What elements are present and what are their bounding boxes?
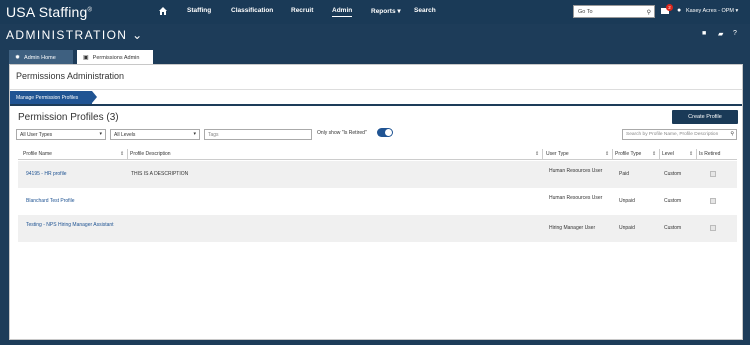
breadcrumb[interactable]: Manage Permission Profiles	[10, 91, 92, 104]
retired-toggle[interactable]	[377, 128, 393, 137]
table-row: Testing - NPS Hiring Manager Assistant H…	[18, 215, 737, 242]
user-menu[interactable]: Kasey Acres - OPM ▾	[686, 8, 738, 14]
sort-icon[interactable]: ⇕	[605, 151, 609, 157]
column-divider	[542, 149, 543, 160]
nav-staffing[interactable]: Staffing	[187, 7, 211, 14]
sort-icon[interactable]: ⇕	[689, 151, 693, 157]
user-type-select[interactable]: All User Types ▾	[16, 129, 106, 140]
profile-type: Unpaid	[619, 198, 635, 204]
profile-description: THIS IS A DESCRIPTION	[131, 171, 189, 177]
briefcase-icon: ▣	[83, 55, 89, 61]
divider	[10, 104, 742, 106]
column-level[interactable]: Level	[662, 151, 674, 157]
top-nav: USA Staffing® Staffing Classification Re…	[0, 0, 750, 24]
table-row: Blanchard Test Profile Human Resources U…	[18, 188, 737, 215]
chevron-down-icon: ▾	[99, 131, 102, 137]
sort-icon[interactable]: ⇕	[535, 151, 539, 157]
nav-search[interactable]: Search	[414, 7, 436, 14]
toggle-knob	[385, 129, 392, 136]
is-retired-checkbox[interactable]	[710, 171, 716, 177]
search-icon: ⚲	[646, 10, 651, 16]
retired-toggle-label: Only show "Is Retired"	[317, 130, 367, 136]
nav-reports[interactable]: Reports ▾	[371, 7, 401, 15]
chevron-down-icon: ▾	[735, 8, 739, 14]
module-title[interactable]: ADMINISTRATION ⌄	[6, 28, 144, 42]
sort-icon[interactable]: ⇕	[120, 151, 124, 157]
main-panel: Permissions Administration Manage Permis…	[9, 64, 743, 340]
level: Custom	[664, 198, 682, 204]
breadcrumb-arrow	[92, 91, 97, 103]
chat-icon[interactable]: ▰	[718, 30, 723, 38]
is-retired-checkbox[interactable]	[710, 225, 716, 231]
table-row: 94195 - HR profile THIS IS A DESCRIPTION…	[18, 161, 737, 188]
gear-icon: ✹	[15, 55, 21, 61]
user-icon: ●	[677, 7, 682, 14]
sort-icon[interactable]: ⇕	[652, 151, 656, 157]
search-icon: ⚲	[730, 131, 734, 137]
section-title: Permission Profiles (3)	[18, 112, 119, 123]
profile-name-link[interactable]: Blanchard Test Profile	[26, 198, 116, 204]
level: Custom	[664, 225, 682, 231]
column-profile-description[interactable]: Profile Description	[130, 151, 171, 157]
notification-badge: 2	[666, 4, 673, 11]
column-profile-type[interactable]: Profile Type	[615, 151, 641, 157]
brand-logo[interactable]: USA Staffing®	[6, 4, 92, 20]
level-select[interactable]: All Levels ▾	[110, 129, 200, 140]
user-type: Human Resources User	[549, 168, 603, 174]
column-divider	[696, 149, 697, 160]
chevron-down-icon: ▾	[397, 8, 401, 15]
goto-input[interactable]: Go To ⚲	[573, 5, 655, 18]
column-user-type[interactable]: User Type	[546, 151, 569, 157]
column-is-retired[interactable]: Is Retired	[699, 151, 720, 157]
table-header: Profile Name ⇕ Profile Description ⇕ Use…	[18, 149, 737, 160]
level: Custom	[664, 171, 682, 177]
nav-recruit[interactable]: Recruit	[291, 7, 313, 14]
briefcase-icon[interactable]: ■	[702, 30, 706, 37]
is-retired-checkbox[interactable]	[710, 198, 716, 204]
divider	[10, 89, 742, 90]
chevron-down-icon: ▾	[193, 131, 196, 137]
nav-classification[interactable]: Classification	[231, 7, 273, 14]
search-input[interactable]: Search by Profile Name, Profile Descript…	[622, 129, 737, 140]
home-icon[interactable]	[158, 6, 168, 16]
column-divider	[127, 149, 128, 160]
page-title: Permissions Administration	[16, 71, 125, 81]
tags-input[interactable]: Tags	[204, 129, 312, 140]
user-type: Hiring Manager User	[549, 225, 596, 231]
profile-name-link[interactable]: 94195 - HR profile	[26, 171, 116, 177]
chevron-down-icon: ⌄	[132, 28, 144, 42]
nav-admin[interactable]: Admin	[332, 7, 353, 17]
module-header: ADMINISTRATION ⌄ ■ ▰ ?	[0, 24, 750, 46]
profile-type: Paid	[619, 171, 630, 177]
profile-name-link[interactable]: Testing - NPS Hiring Manager Assistant	[26, 222, 116, 228]
column-divider	[659, 149, 660, 160]
column-profile-name[interactable]: Profile Name	[23, 151, 52, 157]
user-type: Human Resources User	[549, 195, 603, 201]
help-icon[interactable]: ?	[733, 30, 737, 37]
create-profile-button[interactable]: Create Profile	[672, 110, 738, 124]
column-divider	[612, 149, 613, 160]
tab-admin-home[interactable]: ✹ Admin Home	[9, 50, 73, 64]
profile-type: Unpaid	[619, 225, 635, 231]
